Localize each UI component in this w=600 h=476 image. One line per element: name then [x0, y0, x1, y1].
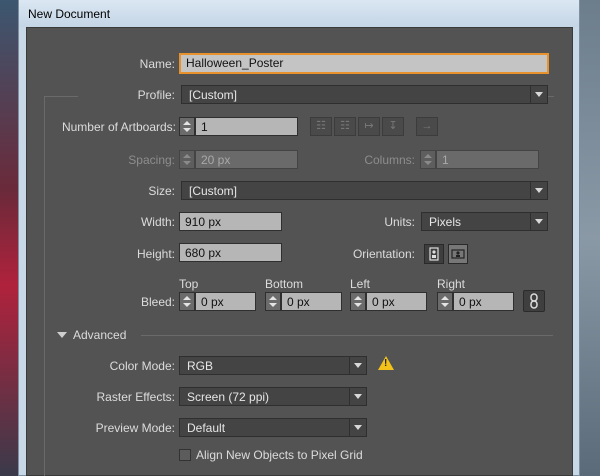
bleed-left-input[interactable]: 0 px [366, 292, 427, 311]
bleed-bottom-input[interactable]: 0 px [281, 292, 342, 311]
bleed-bottom-label: Bottom [265, 277, 304, 291]
grid-by-column-icon[interactable]: ☷ [334, 117, 356, 136]
units-value: Pixels [429, 215, 462, 229]
bleed-left-stepper[interactable] [350, 292, 366, 311]
bleed-bottom-stepper[interactable] [265, 292, 281, 311]
bleed-label: Bleed: [140, 295, 175, 309]
chain-link-icon [530, 293, 538, 309]
color-mode-dropdown[interactable]: RGB [179, 356, 367, 375]
profile-label: Profile: [137, 88, 175, 102]
height-input[interactable]: 680 px [179, 243, 282, 262]
bleed-top-stepper[interactable] [179, 292, 195, 311]
raster-effects-label: Raster Effects: [96, 390, 175, 404]
name-label: Name: [139, 57, 175, 71]
settings-box-top-border [44, 96, 78, 97]
arrange-by-row-icon[interactable]: ↦ [358, 117, 380, 136]
artboards-input[interactable]: 1 [195, 117, 298, 136]
desktop-background-right [578, 0, 600, 476]
artboards-stepper[interactable] [179, 117, 195, 136]
chevron-down-icon [349, 357, 366, 374]
bleed-left-label: Left [350, 277, 371, 291]
profile-dropdown[interactable]: [Custom] [181, 85, 548, 104]
settings-box-top-border-right [548, 96, 554, 97]
bleed-right-stepper[interactable] [437, 292, 453, 311]
spacing-input[interactable]: 20 px [195, 150, 298, 169]
link-bleed-values-button[interactable] [523, 290, 545, 312]
spacing-label: Spacing: [128, 153, 175, 167]
new-document-dialog: Name: Halloween_Poster Profile: [Custom]… [26, 27, 573, 476]
right-to-left-icon[interactable]: → [416, 117, 438, 136]
advanced-divider [141, 335, 553, 336]
preview-mode-value: Default [187, 421, 226, 435]
window-title: New Document [28, 7, 111, 21]
artboards-label: Number of Artboards: [61, 120, 176, 134]
align-pixel-grid-checkbox[interactable] [179, 449, 191, 461]
units-label: Units: [384, 215, 415, 229]
grid-by-row-icon[interactable]: ☷ [310, 117, 332, 136]
orientation-label: Orientation: [352, 247, 415, 261]
width-input[interactable]: 910 px [179, 212, 282, 231]
chevron-down-icon [349, 388, 366, 405]
columns-label: Columns: [364, 153, 415, 167]
chevron-down-icon [530, 213, 547, 230]
name-input[interactable]: Halloween_Poster [179, 53, 549, 74]
profile-value: [Custom] [189, 88, 238, 102]
portrait-icon [429, 247, 439, 261]
color-mode-value: RGB [187, 359, 214, 373]
columns-input[interactable]: 1 [436, 150, 539, 169]
chevron-down-icon [349, 419, 366, 436]
raster-effects-value: Screen (72 ppi) [187, 390, 270, 404]
size-label: Size: [148, 184, 175, 198]
size-dropdown[interactable]: [Custom] [181, 181, 548, 200]
chevron-down-icon [530, 86, 547, 103]
width-label: Width: [140, 215, 175, 229]
preview-mode-label: Preview Mode: [95, 421, 175, 435]
bleed-top-input[interactable]: 0 px [195, 292, 256, 311]
color-mode-label: Color Mode: [109, 359, 175, 373]
advanced-disclosure-icon[interactable] [57, 332, 67, 338]
title-bar[interactable]: New Document [19, 0, 579, 27]
chevron-down-icon [530, 182, 547, 199]
raster-effects-dropdown[interactable]: Screen (72 ppi) [179, 387, 367, 406]
landscape-icon [451, 249, 465, 259]
bleed-right-label: Right [437, 277, 466, 291]
align-pixel-grid-label[interactable]: Align New Objects to Pixel Grid [196, 448, 363, 462]
bleed-top-label: Top [179, 277, 199, 291]
bleed-right-input[interactable]: 0 px [453, 292, 514, 311]
portrait-orientation-button[interactable] [424, 244, 444, 264]
advanced-toggle[interactable]: Advanced [73, 328, 126, 342]
height-label: Height: [136, 247, 175, 261]
settings-box-left-border [44, 96, 45, 476]
landscape-orientation-button[interactable] [448, 244, 468, 264]
arrange-by-column-icon[interactable]: ↧ [382, 117, 404, 136]
warning-icon[interactable]: ! [378, 356, 394, 370]
columns-stepper[interactable] [420, 150, 436, 169]
preview-mode-dropdown[interactable]: Default [179, 418, 367, 437]
spacing-stepper[interactable] [179, 150, 195, 169]
size-value: [Custom] [189, 184, 238, 198]
units-dropdown[interactable]: Pixels [421, 212, 548, 231]
new-document-window: New Document Name: Halloween_Poster Prof… [18, 0, 580, 476]
